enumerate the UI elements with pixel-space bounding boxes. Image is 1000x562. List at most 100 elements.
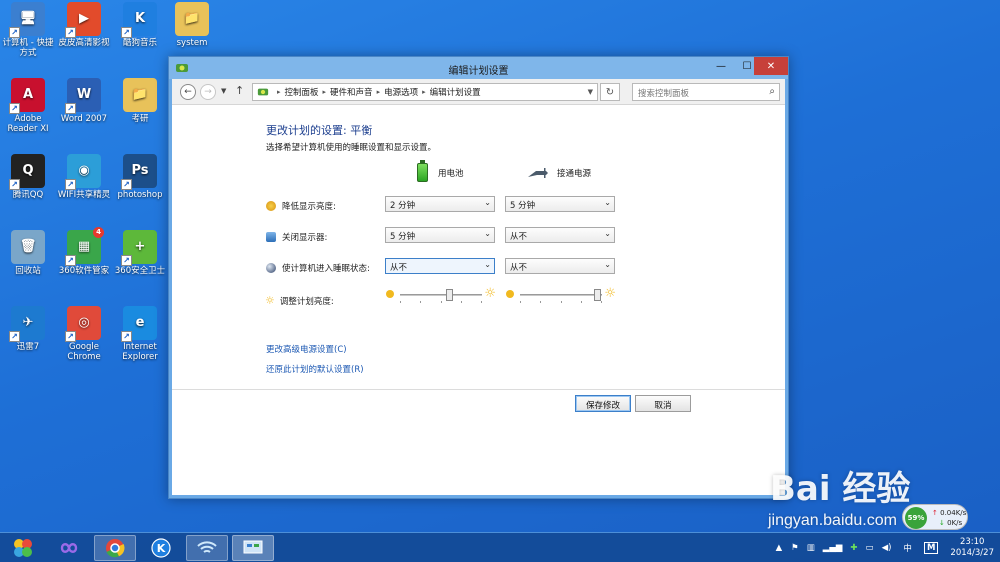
desktop-icon[interactable]: 🖥 ↗ 计算机 - 快捷方式 — [0, 2, 56, 58]
search-placeholder: 搜索控制面板 — [638, 89, 690, 99]
flag-icon[interactable]: ⚑ — [791, 543, 799, 553]
advanced-power-settings-link[interactable]: 更改高级电源设置(C) — [266, 343, 347, 355]
control-panel-icon — [257, 88, 269, 96]
brightness-plugged-slider[interactable]: ☼ — [506, 287, 616, 303]
desktop-icon[interactable]: K ↗ 酷狗音乐 — [112, 2, 168, 48]
desktop-icon[interactable]: A ↗ Adobe Reader XI — [0, 78, 56, 134]
volume-icon[interactable]: ◀) — [882, 543, 892, 553]
back-arrow-icon[interactable]: ← — [180, 84, 196, 100]
desktop-app-icon: 📁 — [123, 78, 157, 112]
desktop-icon[interactable]: 🗑 回收站 — [0, 230, 56, 276]
desktop-app-icon: ◎ ↗ — [65, 306, 101, 342]
safety-icon[interactable]: ✚ — [850, 543, 857, 553]
desktop-icon-label: Internet Explorer — [122, 342, 158, 362]
chevron-down-icon: ⌄ — [484, 260, 491, 269]
desktop-app-icon: e ↗ — [121, 306, 157, 342]
chrome-taskbar-icon[interactable] — [94, 535, 136, 561]
network-speed-widget[interactable]: 59% ↑ 0.04K/s ↓ 0K/s — [902, 504, 968, 530]
desktop-icon-label: Word 2007 — [60, 114, 108, 124]
slider-thumb[interactable] — [445, 289, 453, 301]
ime-mode-indicator[interactable]: M — [923, 542, 939, 554]
plugged-column-header: 接通电源 — [527, 167, 591, 179]
show-hidden-icons-icon[interactable]: ▲ — [776, 543, 783, 553]
control-panel-taskbar-icon[interactable] — [232, 535, 274, 561]
desktop-app-icon: W ↗ — [65, 78, 101, 114]
turn-off-display-row-label: 关闭显示器: — [266, 231, 328, 243]
desktop-icon[interactable]: ✈ ↗ 迅雷7 — [0, 306, 56, 352]
desktop-icon[interactable]: Q ↗ 腾讯QQ — [0, 154, 56, 200]
desktop-icon[interactable]: 📁 system — [164, 2, 220, 48]
turn-off-display-battery-select[interactable]: 5 分钟 ⌄ — [385, 227, 495, 243]
desktop-app-icon: K ↗ — [121, 2, 157, 38]
save-button[interactable]: 保存修改 — [575, 395, 631, 412]
battery-icon — [417, 160, 428, 182]
desktop-app-glyph: ◉ — [78, 163, 90, 178]
desktop-icon[interactable]: ◎ ↗ Google Chrome — [56, 306, 112, 362]
svg-text:K: K — [157, 542, 166, 555]
desktop-icon[interactable]: W ↗ Word 2007 — [56, 78, 112, 124]
signal-icon[interactable]: ▂▄▆ — [823, 543, 843, 553]
desktop-icon[interactable]: + ↗ 360安全卫士 — [112, 230, 168, 276]
desktop-icon[interactable]: e ↗ Internet Explorer — [112, 306, 168, 362]
refresh-button[interactable]: ↻ — [600, 83, 620, 101]
address-dropdown-icon[interactable]: ▼ — [588, 88, 593, 96]
clock[interactable]: 23:10 2014/3/27 — [950, 537, 994, 559]
slider-thumb[interactable] — [594, 289, 602, 301]
desktop-app-icon: 📁 — [175, 2, 209, 36]
desktop-app-glyph: ◎ — [78, 315, 90, 330]
slider-ticks — [400, 301, 482, 304]
desktop-app-glyph: A — [22, 87, 34, 102]
dim-display-plugged-select[interactable]: 5 分钟 ⌄ — [505, 196, 615, 212]
dim-display-battery-select[interactable]: 2 分钟 ⌄ — [385, 196, 495, 212]
title-bar[interactable]: 编辑计划设置 — ☐ ✕ — [169, 57, 788, 79]
desktop-icon[interactable]: ▦ ↗ 4 360软件管家 — [56, 227, 112, 276]
breadcrumb-item-control-panel[interactable]: 控制面板 — [285, 86, 319, 98]
desktop-app-icon: Q ↗ — [9, 154, 45, 190]
recent-pages-chevron-icon[interactable]: ▼ — [221, 87, 226, 95]
shortcut-arrow-icon: ↗ — [9, 103, 20, 114]
restore-defaults-link[interactable]: 还原此计划的默认设置(R) — [266, 363, 364, 375]
close-button[interactable]: ✕ — [754, 57, 788, 75]
system-tray: ▲ ⚑ ▥ ▂▄▆ ✚ ▭ ◀) 中 M 23:10 2014/3/27 — [771, 533, 1000, 562]
turn-off-display-plugged-select[interactable]: 从不 ⌄ — [505, 227, 615, 243]
desktop-icon-label: 酷狗音乐 — [122, 38, 157, 48]
desktop-icon-label: 考研 — [131, 114, 149, 124]
desktop-app-icon: ▶ ↗ — [65, 2, 101, 38]
desktop-icon-label: 腾讯QQ — [12, 190, 44, 200]
app-infinity-icon[interactable] — [48, 535, 90, 561]
clock-date: 2014/3/27 — [950, 548, 994, 558]
desktop-icon[interactable]: ▶ ↗ 皮皮高清影视 — [56, 2, 112, 48]
turn-off-display-label: 关闭显示器: — [282, 233, 328, 243]
desktop-app-glyph: Ps — [131, 163, 149, 178]
desktop-icon[interactable]: Ps ↗ photoshop — [112, 154, 168, 200]
ime-indicator[interactable]: 中 — [903, 542, 912, 554]
download-speed-value: 0K/s — [947, 519, 963, 527]
brightness-icon — [266, 201, 276, 211]
desktop-icon[interactable]: 📁 考研 — [112, 78, 168, 124]
desktop-icon[interactable]: ◉ ↗ WIFI共享精灵 — [56, 154, 112, 200]
wifi-share-taskbar-icon[interactable] — [186, 535, 228, 561]
breadcrumb[interactable]: ▸ 控制面板 ▸ 硬件和声音 ▸ 电源选项 ▸ 编辑计划设置 ▼ — [252, 83, 598, 101]
breadcrumb-separator-icon: ▸ — [277, 88, 281, 96]
kugou-taskbar-icon[interactable]: K — [140, 535, 182, 561]
breadcrumb-item-power-options[interactable]: 电源选项 — [384, 86, 418, 98]
desktop-icon-label: 回收站 — [15, 266, 41, 276]
breadcrumb-item-hardware-sound[interactable]: 硬件和声音 — [330, 86, 373, 98]
brightness-battery-slider[interactable]: ☼ — [386, 287, 496, 303]
cancel-button[interactable]: 取消 — [635, 395, 691, 412]
forward-arrow-icon[interactable]: → — [200, 84, 216, 100]
minimize-button[interactable]: — — [708, 57, 734, 75]
sleep-plugged-select[interactable]: 从不 ⌄ — [505, 258, 615, 274]
desktop-icon-label: Google Chrome — [67, 342, 101, 362]
search-input[interactable]: 搜索控制面板 ⌕ — [632, 83, 780, 101]
network-icon[interactable]: ▥ — [807, 543, 815, 553]
battery-tray-icon[interactable]: ▭ — [866, 543, 874, 553]
content-pane: 更改计划的设置: 平衡 选择希望计算机使用的睡眠设置和显示设置。 用电池 接通电… — [172, 105, 785, 495]
sleep-battery-value: 从不 — [390, 263, 408, 273]
breadcrumb-item-edit-plan[interactable]: 编辑计划设置 — [430, 86, 481, 98]
search-icon[interactable]: ⌕ — [769, 86, 775, 97]
sleep-battery-select[interactable]: 从不 ⌄ — [385, 258, 495, 274]
desktop-icon-label: 迅雷7 — [16, 342, 40, 352]
up-arrow-icon[interactable]: ↑ — [235, 84, 244, 97]
start-menu-icon[interactable] — [2, 535, 44, 561]
